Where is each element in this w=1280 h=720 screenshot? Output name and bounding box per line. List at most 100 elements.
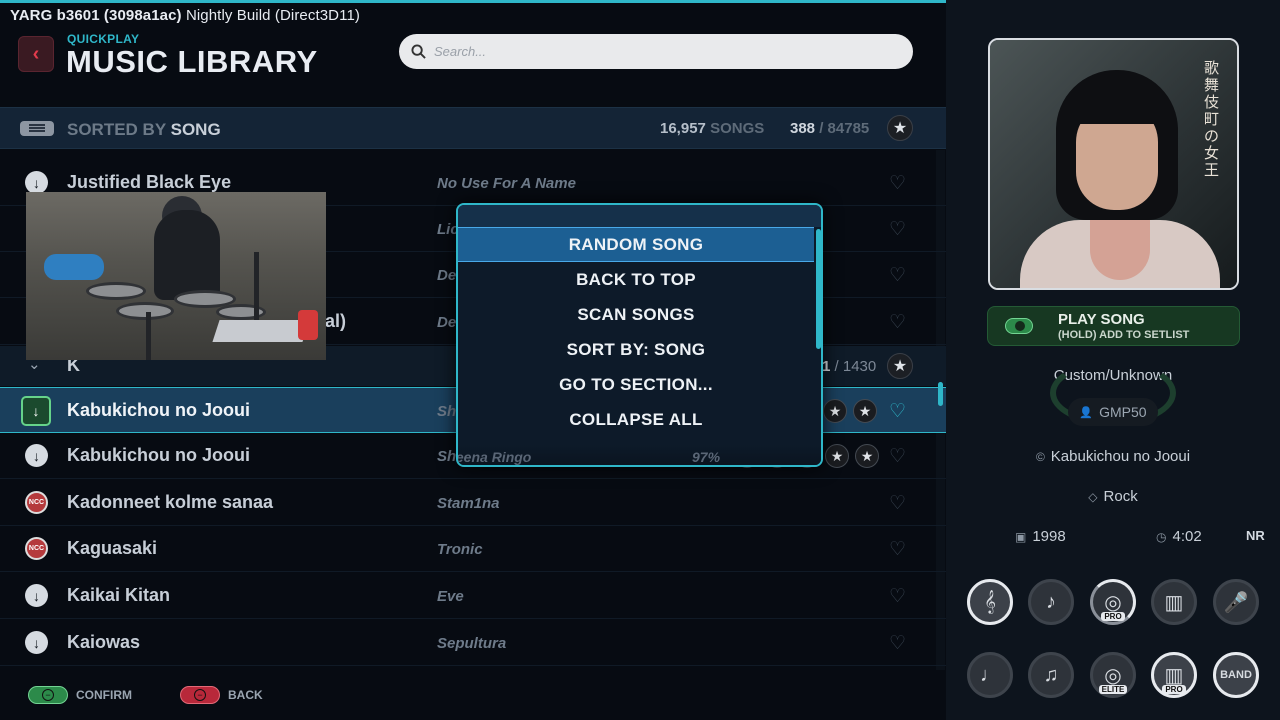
ncc-badge-icon: NCC — [25, 537, 48, 560]
drum-pad — [86, 282, 146, 300]
bass-icon[interactable]: ♪ — [1028, 579, 1074, 625]
ncc-badge-icon: NCC — [25, 491, 48, 514]
song-artist: Stam1na — [437, 495, 500, 512]
star-count: 388 / 84785 — [790, 120, 869, 137]
search-bar[interactable] — [399, 34, 913, 69]
download-icon: ↓ — [25, 444, 48, 467]
confirm-button-icon — [1005, 318, 1033, 334]
clock-icon: ◷ — [1156, 530, 1167, 544]
pro-bass-icon[interactable]: ♫ — [1028, 652, 1074, 698]
page-title: MUSIC LIBRARY — [66, 44, 318, 79]
genre: Rock — [1103, 488, 1138, 505]
section-count-total: / 1430 — [834, 358, 877, 375]
add-to-setlist-label: (HOLD) ADD TO SETLIST — [1058, 329, 1190, 341]
section-count: 1 / 1430 — [822, 358, 876, 375]
bleed-percent: 97% — [692, 449, 721, 465]
pro-drums-icon[interactable]: ◎ PRO — [1090, 579, 1136, 625]
menu-item-collapse-all[interactable]: COLLAPSE ALL — [458, 402, 814, 437]
download-icon: ↓ — [25, 631, 48, 654]
album-art-text: 歌舞伎町の女王 — [1204, 59, 1220, 179]
star-count-have: 388 — [790, 120, 816, 137]
sort-bar: SORTED BY SONG 16,957 SONGS 388 / 84785 … — [0, 107, 946, 149]
build-detail: Nightly Build (Direct3D11) — [185, 7, 360, 24]
song-title: Kaikai Kitan — [67, 585, 171, 605]
calendar-icon: ▣ — [1015, 530, 1027, 544]
pro-tag: PRO — [1162, 685, 1186, 694]
favorite-heart-icon[interactable]: ♡ — [889, 311, 906, 334]
minus-icon: − — [194, 689, 206, 701]
pro-tag: PRO — [1101, 612, 1125, 621]
section-count-have: 1 — [822, 358, 831, 375]
drum-pad — [116, 302, 174, 320]
album-art: 歌舞伎町の女王 — [988, 38, 1239, 290]
sort-menu-icon[interactable] — [20, 121, 54, 136]
search-icon — [411, 44, 426, 59]
menu-scrollbar[interactable] — [816, 229, 821, 349]
favorite-heart-icon[interactable]: ♡ — [889, 400, 906, 423]
song-title: Justified Black Eye — [67, 172, 232, 192]
loading-progress-line — [0, 0, 946, 3]
elite-tag: ELITE — [1098, 685, 1128, 694]
back-arrow-button[interactable]: ‹ — [18, 36, 54, 72]
album-art-bangs — [1074, 90, 1160, 124]
menu-item-scan-songs[interactable]: SCAN SONGS — [458, 297, 814, 332]
download-icon: ↓ — [21, 396, 51, 426]
pro-keys-icon[interactable]: ▥ PRO — [1151, 652, 1197, 698]
year-line: ▣ 1998 — [1015, 528, 1066, 545]
menu-item-go-to-section[interactable]: GO TO SECTION... — [458, 367, 814, 402]
webcam-person — [154, 210, 220, 300]
song-artist: Tronic — [437, 541, 483, 558]
song-artist: No Use For A Name — [437, 175, 576, 192]
song-title: Kabukichou no Jooui — [67, 445, 250, 465]
song-title: Kadonneet kolme sanaa — [67, 492, 274, 512]
favorite-heart-icon[interactable]: ♡ — [889, 632, 906, 655]
star-icon: ★ — [887, 115, 913, 141]
star-icon: ★ — [825, 444, 849, 468]
menu-header — [458, 205, 821, 227]
play-song-label: PLAY SONG — [1058, 311, 1145, 328]
favorite-heart-icon[interactable]: ♡ — [889, 585, 906, 608]
back-label: BACK — [228, 688, 263, 702]
song-row[interactable]: NCC Kadonneet kolme sanaa Stam1na ♡ — [0, 480, 946, 526]
song-artist: Eve — [437, 588, 464, 605]
keys-icon[interactable]: ▥ — [1151, 579, 1197, 625]
menu-item-sort-by[interactable]: SORT BY: SONG — [458, 332, 814, 367]
song-row[interactable]: ↓ Kaiowas Sepultura ♡ — [0, 620, 946, 666]
favorite-heart-icon[interactable]: ♡ — [889, 492, 906, 515]
band-icon[interactable]: BAND — [1213, 652, 1259, 698]
elite-drums-icon[interactable]: ◎ ELITE — [1090, 652, 1136, 698]
guitar-icon[interactable]: 𝄞 — [967, 579, 1013, 625]
song-row[interactable]: ↓ Kaikai Kitan Eve ♡ — [0, 573, 946, 619]
difficulty-stars: ★ ★ — [823, 399, 877, 423]
vocals-icon[interactable]: 🎤 — [1213, 579, 1259, 625]
confirm-button[interactable]: − CONFIRM — [28, 686, 132, 704]
song-row[interactable]: NCC Kaguasaki Tronic ♡ — [0, 526, 946, 572]
build-info: YARG b3601 (3098a1ac) Nightly Build (Dir… — [10, 7, 360, 24]
search-input[interactable] — [434, 44, 894, 59]
back-button[interactable]: − BACK — [180, 686, 263, 704]
charter-badge: 👤 GMP50 — [1068, 398, 1158, 426]
song-name: Kabukichou no Jooui — [1050, 448, 1191, 465]
year: 1998 — [1032, 528, 1066, 545]
song-count: 16,957 SONGS — [660, 120, 764, 137]
favorite-heart-icon[interactable]: ♡ — [889, 218, 906, 241]
drum-stand — [254, 252, 259, 322]
pro-guitar-icon[interactable]: ♩ — [967, 652, 1013, 698]
charter-name: GMP50 — [1099, 404, 1147, 420]
favorite-heart-icon[interactable]: ♡ — [889, 445, 906, 468]
favorite-heart-icon[interactable]: ♡ — [889, 538, 906, 561]
list-scrollbar-thumb[interactable] — [938, 382, 943, 406]
menu-item-back-to-top[interactable]: BACK TO TOP — [458, 262, 814, 297]
rating: NR — [1246, 528, 1265, 543]
length: 4:02 — [1172, 528, 1202, 545]
minus-icon: − — [42, 689, 54, 701]
favorite-heart-icon[interactable]: ♡ — [889, 172, 906, 195]
confirm-pill-icon: − — [28, 686, 68, 704]
build-name: YARG b3601 (3098a1ac) — [10, 7, 182, 24]
song-title: Kabukichou no Jooui — [67, 400, 250, 420]
sort-label: SORTED BY SONG — [67, 120, 221, 140]
favorite-heart-icon[interactable]: ♡ — [889, 264, 906, 287]
drum-stand — [146, 312, 151, 360]
play-song-button[interactable]: PLAY SONG (HOLD) ADD TO SETLIST — [987, 306, 1240, 346]
menu-item-random-song[interactable]: RANDOM SONG — [458, 227, 814, 262]
